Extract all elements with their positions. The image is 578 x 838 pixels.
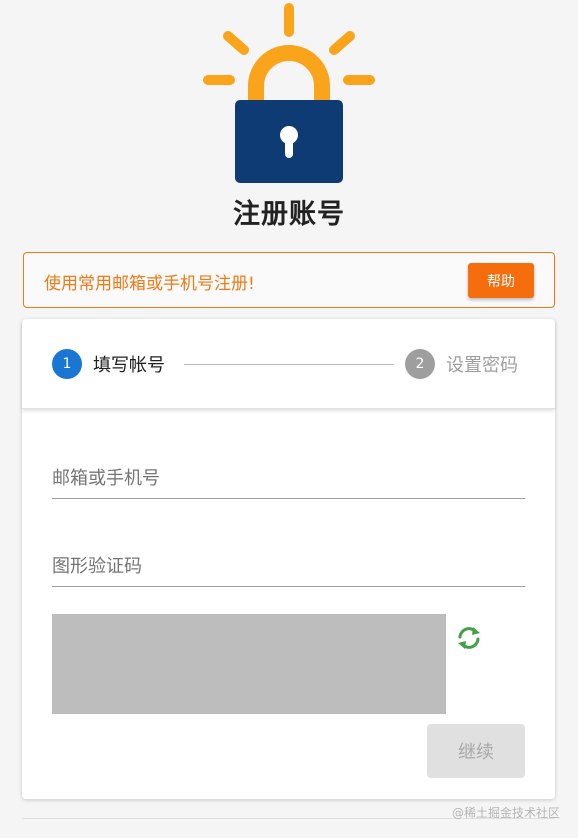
register-card: 1 填写帐号 2 设置密码 继续 (22, 319, 555, 799)
step-1-label: 填写帐号 (93, 355, 165, 376)
email-field (52, 459, 525, 499)
help-button[interactable]: 帮助 (468, 263, 534, 298)
email-input[interactable] (52, 459, 525, 498)
continue-button[interactable]: 继续 (427, 724, 525, 778)
captcha-image[interactable] (52, 614, 446, 714)
step-connector (184, 364, 394, 365)
step-1-number: 1 (52, 349, 82, 379)
stepper: 1 填写帐号 2 设置密码 (22, 319, 555, 409)
page-title: 注册账号 (233, 199, 345, 230)
step-2-number: 2 (405, 349, 435, 379)
register-page: 注册账号 使用常用邮箱或手机号注册! 帮助 1 填写帐号 2 设置密码 继续 @… (0, 0, 578, 838)
notice-banner: 使用常用邮箱或手机号注册! 帮助 (23, 252, 555, 308)
step-2-label: 设置密码 (446, 355, 518, 376)
captcha-input[interactable] (52, 547, 525, 586)
lock-icon (203, 3, 375, 183)
refresh-icon[interactable] (454, 623, 484, 653)
captcha-field (52, 547, 525, 587)
watermark: @稀土掘金技术社区 (451, 806, 560, 820)
notice-text: 使用常用邮箱或手机号注册! (44, 274, 255, 294)
